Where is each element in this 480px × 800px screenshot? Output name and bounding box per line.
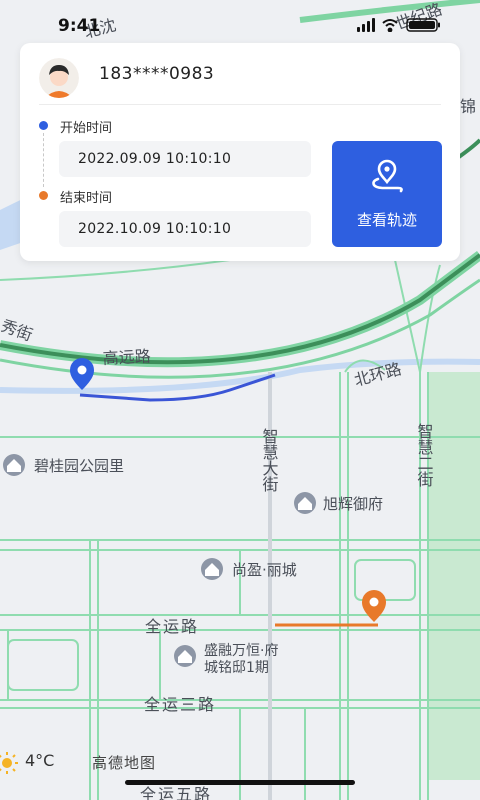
start-dot xyxy=(39,121,48,130)
poi-label: 尚盈·丽城 xyxy=(232,561,297,579)
signal-icon xyxy=(357,18,375,32)
status-bar: 9:41 xyxy=(0,0,480,44)
map-brand-logo: 高德地图 xyxy=(92,754,157,772)
poi-house-icon[interactable] xyxy=(174,645,196,667)
start-time-label: 开始时间 xyxy=(60,121,113,136)
poi-label: 旭辉御府 xyxy=(323,495,383,513)
view-track-label: 查看轨迹 xyxy=(356,211,417,229)
start-time-field[interactable]: 2022.09.09 10:10:10 xyxy=(59,141,311,177)
track-query-card: 183****0983 开始时间 2022.09.09 10:10:10 结束时… xyxy=(20,43,460,261)
view-track-button[interactable]: 查看轨迹 xyxy=(332,141,442,247)
route-pin-icon xyxy=(372,159,403,193)
end-time-field[interactable]: 2022.10.09 10:10:10 xyxy=(59,211,311,247)
road-label-vertical: 智慧大街 xyxy=(260,428,279,492)
sun-icon xyxy=(0,752,18,774)
end-dot xyxy=(39,191,48,200)
poi-label: 城铭邸1期 xyxy=(204,660,269,676)
wifi-icon xyxy=(382,19,398,32)
road-label: 锦 xyxy=(460,97,476,116)
home-indicator[interactable] xyxy=(125,780,355,785)
temperature: 4°C xyxy=(25,751,55,770)
road-label: 高远路 xyxy=(102,347,151,368)
poi-label: 碧桂园公园里 xyxy=(34,457,124,475)
road-label: 全运五路 xyxy=(140,785,212,800)
battery-icon xyxy=(406,18,440,32)
poi-house-icon[interactable] xyxy=(294,492,316,514)
poi-label: 盛融万恒·府 xyxy=(204,643,278,659)
avatar xyxy=(39,58,79,98)
road-label-vertical: 智慧二街 xyxy=(415,423,434,487)
poi-house-icon[interactable] xyxy=(3,454,25,476)
end-time-label: 结束时间 xyxy=(60,191,113,206)
phone-number: 183****0983 xyxy=(99,64,215,84)
road-label: 全运路 xyxy=(145,617,199,636)
status-icons xyxy=(357,18,440,32)
road-label: 全运三路 xyxy=(144,695,216,714)
timeline-connector xyxy=(43,133,44,187)
divider xyxy=(39,104,441,105)
poi-house-icon[interactable] xyxy=(201,558,223,580)
status-time: 9:41 xyxy=(58,16,101,36)
